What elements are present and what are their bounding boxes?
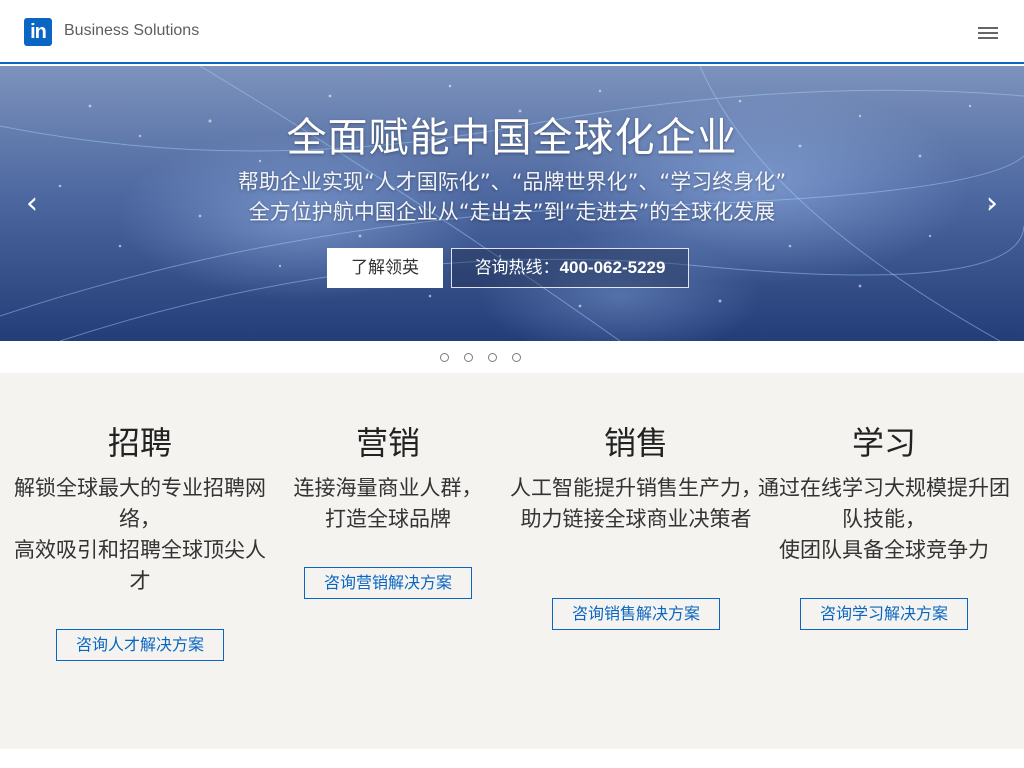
- learn-linkedin-button[interactable]: 了解领英: [327, 248, 443, 288]
- solution-title: 销售: [603, 424, 668, 462]
- hotline-button[interactable]: 咨询热线：400-062-5229: [451, 248, 689, 288]
- solution-marketing: 营销 连接海量商业人群， 打造全球品牌 咨询营销解决方案: [260, 373, 516, 749]
- carousel-next-icon[interactable]: ›: [982, 186, 1002, 222]
- solution-description: 人工智能提升销售生产力， 助力链接全球商业决策者: [508, 473, 764, 535]
- hamburger-menu-icon[interactable]: [976, 24, 1000, 40]
- solution-learning: 学习 通过在线学习大规模提升团队技能， 使团队具备全球竞争力 咨询学习解决方案: [756, 373, 1012, 749]
- solution-desc-line: 助力链接全球商业决策者: [520, 507, 752, 531]
- hero-banner: 全面赋能中国全球化企业 帮助企业实现“人才国际化”、“品牌世界化”、“学习终身化…: [0, 66, 1024, 341]
- carousel-prev-icon[interactable]: ‹: [22, 186, 42, 222]
- solutions-section: 招聘 解锁全球最大的专业招聘网络， 高效吸引和招聘全球顶尖人才 咨询人才解决方案…: [0, 373, 1024, 749]
- hero-subtitle-line1: 帮助企业实现“人才国际化”、“品牌世界化”、“学习终身化”: [237, 170, 787, 194]
- carousel-indicators: [0, 341, 1024, 373]
- solution-desc-line: 解锁全球最大的专业招聘网络，: [14, 476, 266, 531]
- solution-title: 招聘: [107, 424, 172, 462]
- solution-recruiting: 招聘 解锁全球最大的专业招聘网络， 高效吸引和招聘全球顶尖人才 咨询人才解决方案: [12, 373, 268, 749]
- carousel-dot-1[interactable]: [440, 353, 449, 362]
- marketing-solution-button[interactable]: 咨询营销解决方案: [304, 567, 472, 599]
- carousel-dot-2[interactable]: [464, 353, 473, 362]
- solution-sales: 销售 人工智能提升销售生产力， 助力链接全球商业决策者 咨询销售解决方案: [508, 373, 764, 749]
- solution-desc-line: 高效吸引和招聘全球顶尖人才: [14, 538, 266, 593]
- carousel-dot-3[interactable]: [488, 353, 497, 362]
- site-header: in Business Solutions: [0, 0, 1024, 64]
- linkedin-logo-icon[interactable]: in: [24, 18, 52, 46]
- sales-solution-button[interactable]: 咨询销售解决方案: [552, 598, 720, 630]
- hotline-number: 400-062-5229: [559, 258, 666, 277]
- solution-desc-line: 打造全球品牌: [325, 507, 451, 531]
- solution-desc-line: 通过在线学习大规模提升团队技能，: [758, 476, 1010, 531]
- hotline-label: 咨询热线：: [474, 258, 560, 278]
- learning-solution-button[interactable]: 咨询学习解决方案: [800, 598, 968, 630]
- solution-desc-line: 使团队具备全球竞争力: [779, 538, 989, 562]
- talent-solution-button[interactable]: 咨询人才解决方案: [56, 629, 224, 661]
- solution-description: 解锁全球最大的专业招聘网络， 高效吸引和招聘全球顶尖人才: [12, 473, 268, 597]
- hero-title: 全面赋能中国全球化企业: [286, 115, 738, 161]
- solution-title: 营销: [355, 424, 420, 462]
- solution-desc-line: 人工智能提升销售生产力，: [510, 476, 762, 500]
- brand-label[interactable]: Business Solutions: [64, 22, 199, 40]
- solution-description: 连接海量商业人群， 打造全球品牌: [260, 473, 516, 535]
- hero-subtitle-line2: 全方位护航中国企业从“走出去”到“走进去”的全球化发展: [248, 200, 776, 224]
- solution-description: 通过在线学习大规模提升团队技能， 使团队具备全球竞争力: [756, 473, 1012, 566]
- carousel-dot-4[interactable]: [512, 353, 521, 362]
- solution-desc-line: 连接海量商业人群，: [293, 476, 483, 500]
- solution-title: 学习: [851, 424, 916, 462]
